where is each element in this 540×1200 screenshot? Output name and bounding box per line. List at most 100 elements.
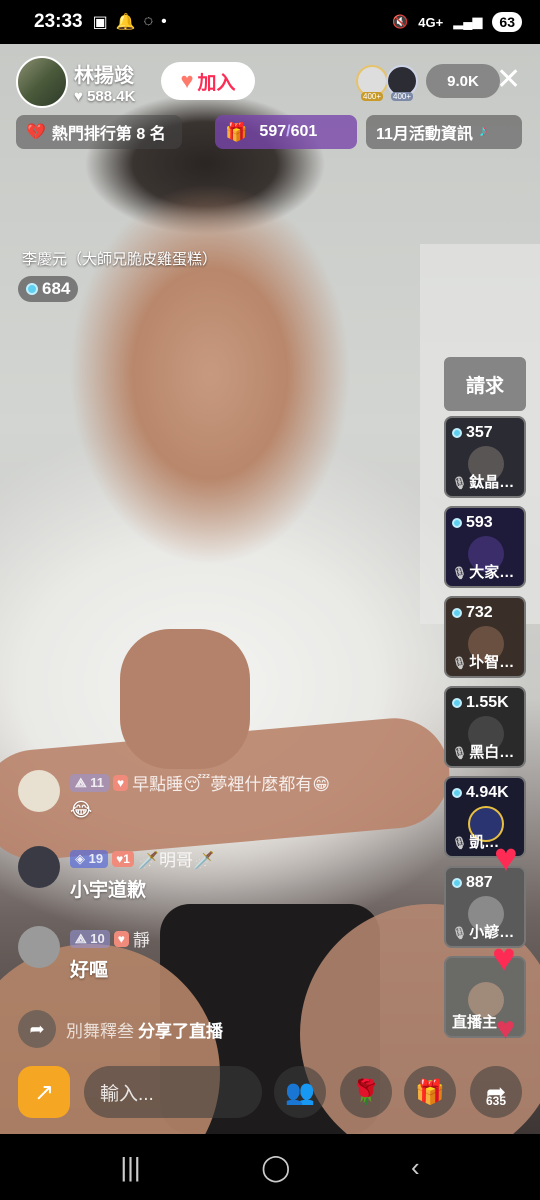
rose-icon[interactable]: 🌹	[340, 1066, 392, 1118]
back-icon[interactable]: ‹	[411, 1152, 420, 1183]
guest-slot-name: 🎙 鈦晶…	[452, 471, 514, 492]
mic-muted-icon: 🎙	[452, 836, 468, 850]
chat-text: 😂	[70, 800, 93, 821]
guest-slot[interactable]: 593 🎙 大家…	[444, 506, 526, 588]
host-avatar[interactable]	[16, 56, 68, 108]
tiktok-icon: ♪	[478, 123, 487, 140]
guest-slot-name: 🎙 圤智…	[452, 651, 514, 672]
level-value: 10	[90, 930, 105, 946]
guest-slot-count-value: 4.94K	[466, 784, 509, 801]
share-text: 分享了直播	[138, 1021, 223, 1041]
request-button[interactable]: 請求	[444, 357, 526, 411]
host-likes-value: 588.4K	[87, 88, 136, 105]
guest-slot-name-text: 圤智…	[469, 654, 515, 671]
chat-avatar[interactable]	[18, 846, 60, 888]
video-hand	[120, 629, 250, 769]
viewer-avatar[interactable]: 400+	[356, 65, 388, 101]
mute-icon: 🔇	[392, 14, 409, 29]
viewer-badge: 400+	[361, 92, 384, 101]
broken-heart-icon: 💔	[26, 124, 46, 141]
guest-slot-count-value: 357	[466, 424, 493, 441]
ranking-label: 熱門排行第 8 名	[51, 126, 166, 143]
chat-avatar[interactable]	[18, 926, 60, 968]
chat-message[interactable]: ⟁ 11 ♥ 早點睡😴夢裡什麼都有😁 😂	[18, 770, 330, 822]
chat-message[interactable]: ◈ 19 ♥1 🗡️明哥🗡️ 小宇道歉	[18, 846, 214, 902]
guest-slot-count-value: 593	[466, 514, 493, 531]
guest-slot[interactable]: 357 🎙 鈦晶…	[444, 416, 526, 498]
fan-badge: ♥1	[112, 850, 134, 867]
chat-message[interactable]: ⟁ 10 ♥ 靜 好嘔	[18, 926, 150, 982]
chat-avatar[interactable]	[18, 770, 60, 812]
guest-slot-count: 1.55K	[452, 694, 509, 712]
guest-count: 684	[18, 276, 79, 302]
battery-badge: 63	[492, 12, 522, 32]
viewer-count[interactable]: 9.0K	[426, 64, 500, 98]
system-nav-bar: ||| ◯ ‹	[0, 1134, 540, 1200]
diamond-icon	[452, 428, 462, 438]
guest-slot-name: 🎙 凱…	[452, 831, 499, 852]
treasure-icon: 🎁	[225, 121, 248, 142]
mic-muted-icon: 🎙	[452, 656, 468, 670]
comment-input[interactable]: 輸入...	[84, 1066, 262, 1118]
guest-slot-count-value: 1.55K	[466, 694, 509, 711]
guest-slot-count-value: 732	[466, 604, 493, 621]
guest-slot-name-text: 黑白…	[469, 744, 515, 761]
guest-slot-count: 4.94K	[452, 784, 509, 802]
floating-heart-icon: ♥	[496, 1010, 515, 1046]
recent-apps-icon[interactable]: |||	[120, 1152, 140, 1183]
notification-bell-icon: 🔔	[115, 14, 136, 31]
share-count: 635	[486, 1094, 507, 1108]
diamond-icon	[452, 698, 462, 708]
share-username: 別舞釋叁	[66, 1021, 134, 1041]
level-badge: ⟁ 10	[70, 929, 110, 948]
share-arrow-icon: ➦	[18, 1010, 56, 1048]
fan-badge-icon: ♥	[113, 930, 129, 947]
guest-slot-count: 357	[452, 424, 493, 442]
ranking-pill[interactable]: 💔 熱門排行第 8 名	[16, 115, 182, 149]
join-button[interactable]: ♥ 加入	[161, 62, 255, 100]
dot-icon: •	[161, 13, 167, 30]
join-label: 加入	[197, 72, 236, 94]
diamond-icon	[26, 283, 38, 295]
network-label: 4G+	[418, 14, 444, 30]
guest-label: 李慶元（大師兄脆皮雞蛋糕）	[22, 251, 218, 268]
viewer-badge: 400+	[391, 92, 414, 101]
guest-slot-count-value: 887	[466, 874, 493, 891]
chat-username: 早點睡😴夢裡什麼都有😁	[132, 775, 331, 794]
gift-icon[interactable]: 🎁	[404, 1066, 456, 1118]
heart-plus-icon: ♥	[180, 68, 194, 93]
top-viewers[interactable]: 400+ 400+ 9.0K	[356, 64, 500, 101]
viewer-avatar[interactable]: 400+	[386, 65, 418, 101]
event-pill[interactable]: 11月活動資訊 ♪	[366, 115, 522, 149]
mic-muted-icon: 🎙	[452, 746, 468, 760]
guest-slot[interactable]: 732 🎙 圤智…	[444, 596, 526, 678]
goal-current: 597	[259, 123, 287, 140]
heart-icon: ♥	[74, 88, 83, 105]
home-icon[interactable]: ◯	[261, 1152, 290, 1183]
fan-badge-icon: ♥	[112, 774, 129, 791]
event-label: 11月活動資訊	[376, 126, 473, 143]
host-profile[interactable]: 林揚竣 ♥ 588.4K	[16, 56, 135, 108]
multi-guest-icon[interactable]: 👥	[274, 1066, 326, 1118]
guest-slot[interactable]: 1.55K 🎙 黑白…	[444, 686, 526, 768]
diamond-icon	[452, 788, 462, 798]
level-value: 11	[90, 774, 104, 790]
mic-muted-icon: 🎙	[452, 566, 468, 580]
diamond-icon	[452, 878, 462, 888]
close-icon[interactable]: ✕	[496, 64, 521, 96]
guest-slot-name: 🎙 大家…	[452, 561, 514, 582]
fan-level: 1	[123, 851, 130, 866]
goal-pill[interactable]: 🎁 597/601	[215, 115, 357, 149]
guest-slot-name: 🎙 黑白…	[452, 741, 514, 762]
goal-total: 601	[290, 123, 318, 140]
chat-text: 好嘔	[70, 960, 109, 981]
guest-count-value: 684	[42, 279, 71, 298]
status-time: 23:33	[34, 11, 83, 32]
guest-slot-name-text: 大家…	[469, 564, 515, 581]
mic-muted-icon: 🎙	[452, 476, 468, 490]
share-notice: ➦ 別舞釋叁 分享了直播	[18, 1010, 223, 1048]
diamond-icon	[452, 608, 462, 618]
share-icon[interactable]: ➦	[470, 1066, 522, 1118]
chat-username: 靜	[132, 931, 150, 950]
trending-icon[interactable]: ↗	[18, 1066, 70, 1118]
